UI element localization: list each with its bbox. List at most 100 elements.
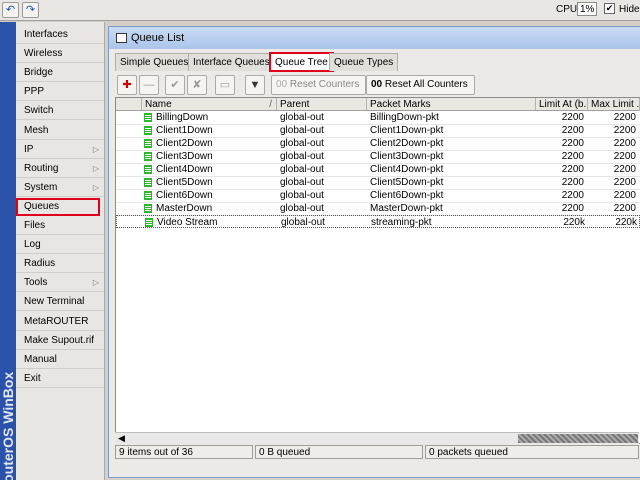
cell-max-limit: 220k bbox=[615, 217, 637, 228]
sidebar-item-label: Manual bbox=[24, 353, 57, 365]
sidebar-item-queues[interactable]: Queues bbox=[16, 197, 100, 216]
reset-all-icon: 00 bbox=[371, 79, 383, 90]
undo-button[interactable]: ↶ bbox=[2, 2, 19, 18]
sidebar-item-label: Tools bbox=[24, 277, 48, 289]
column-header-flags[interactable] bbox=[116, 98, 142, 111]
column-header-packet-marks[interactable]: Packet Marks bbox=[367, 98, 536, 111]
cell-packet-marks: Client3Down-pkt bbox=[370, 151, 444, 162]
remove-button[interactable]: — bbox=[139, 75, 159, 95]
sidebar-item-ppp[interactable]: PPP bbox=[16, 83, 104, 102]
hide-checkbox[interactable]: ✔ bbox=[604, 3, 615, 14]
sidebar-item-system[interactable]: System ▷ bbox=[16, 179, 104, 197]
sidebar-item-label: PPP bbox=[24, 86, 45, 98]
column-header-limit-at[interactable]: Limit At (b... bbox=[536, 98, 588, 111]
sidebar-item-mesh[interactable]: Mesh bbox=[16, 122, 104, 140]
sidebar-item-metarouter[interactable]: MetaROUTER bbox=[16, 313, 104, 331]
column-header-parent[interactable]: Parent bbox=[277, 98, 367, 111]
cell-limit-at: 2200 bbox=[561, 177, 584, 188]
check-icon: ✔ bbox=[170, 79, 180, 91]
brand-logo-text: RouterOS WinBox bbox=[0, 371, 16, 480]
filter-icon: ▼ bbox=[249, 79, 261, 91]
cell-max-limit: 2200 bbox=[613, 112, 636, 123]
cell-packet-marks: Client1Down-pkt bbox=[370, 125, 444, 136]
sidebar-item-label: Routing bbox=[24, 162, 59, 174]
cell-parent: global-out bbox=[280, 138, 324, 149]
cell-max-limit: 2200 bbox=[613, 203, 636, 214]
reset-all-counters-label: Reset All Counters bbox=[384, 79, 468, 90]
table-row[interactable]: Client1Down global-out Client1Down-pkt 2200… bbox=[116, 124, 640, 138]
comment-button[interactable]: ▭ bbox=[215, 75, 235, 95]
cell-packet-marks: Client5Down-pkt bbox=[370, 177, 444, 188]
scrollbar-thumb[interactable] bbox=[518, 434, 638, 443]
enable-button[interactable]: ✔ bbox=[165, 75, 185, 95]
window-icon bbox=[116, 33, 127, 43]
status-bytes-queued: 0 B queued bbox=[255, 445, 423, 459]
cell-parent: global-out bbox=[280, 125, 324, 136]
brand-strip: RouterOS WinBox bbox=[0, 22, 16, 480]
horizontal-scrollbar[interactable]: ◀ bbox=[115, 432, 639, 444]
window-titlebar[interactable]: Queue List bbox=[109, 27, 640, 49]
sidebar-menu: Interfaces Wireless Bridge PPP Switch Mesh IP ▷… bbox=[16, 22, 105, 480]
cell-name: MasterDown bbox=[156, 203, 213, 214]
cell-max-limit: 2200 bbox=[613, 138, 636, 149]
sidebar-item-interfaces[interactable]: Interfaces bbox=[16, 26, 104, 44]
cell-limit-at: 220k bbox=[563, 217, 585, 228]
sidebar-item-ip[interactable]: IP ▷ bbox=[16, 141, 104, 159]
sidebar-item-label: Mesh bbox=[24, 124, 49, 136]
sidebar-item-log[interactable]: Log bbox=[16, 236, 104, 255]
table-row[interactable]: Client6Down global-out Client6Down-pkt 2200… bbox=[116, 189, 640, 203]
tab-interface-queues[interactable]: Interface Queues bbox=[188, 53, 275, 71]
table-row[interactable]: Client4Down global-out Client4Down-pkt 2200… bbox=[116, 163, 640, 177]
disable-button[interactable]: ✘ bbox=[187, 75, 207, 95]
column-header-name[interactable]: Name / bbox=[142, 98, 277, 111]
sidebar-item-switch[interactable]: Switch bbox=[16, 102, 104, 121]
scroll-left-icon[interactable]: ◀ bbox=[118, 433, 125, 444]
cell-parent: global-out bbox=[280, 112, 324, 123]
status-packets-queued: 0 packets queued bbox=[425, 445, 639, 459]
table-row[interactable]: Video Stream global-out streaming-pkt 220k 2… bbox=[116, 215, 640, 228]
filter-button[interactable]: ▼ bbox=[245, 75, 265, 95]
redo-button[interactable]: ↷ bbox=[22, 2, 39, 18]
sidebar-item-radius[interactable]: Radius bbox=[16, 255, 104, 274]
cell-limit-at: 2200 bbox=[561, 125, 584, 136]
sidebar-item-tools[interactable]: Tools ▷ bbox=[16, 274, 104, 293]
cross-icon: ✘ bbox=[192, 79, 202, 91]
cell-packet-marks: Client2Down-pkt bbox=[370, 138, 444, 149]
sidebar-item-label: System bbox=[24, 181, 58, 193]
sidebar-item-wireless[interactable]: Wireless bbox=[16, 45, 104, 64]
reset-counters-button[interactable]: 00 Reset Counters bbox=[271, 75, 367, 95]
queue-icon bbox=[144, 178, 152, 187]
sidebar-item-new-terminal[interactable]: New Terminal bbox=[16, 293, 104, 312]
sidebar-item-exit[interactable]: Exit bbox=[16, 370, 104, 388]
check-icon: ✔ bbox=[605, 3, 614, 13]
table-row[interactable]: Client2Down global-out Client2Down-pkt 2200… bbox=[116, 137, 640, 151]
table-row[interactable]: MasterDown global-out MasterDown-pkt 2200 22… bbox=[116, 202, 640, 216]
sidebar-item-manual[interactable]: Manual bbox=[16, 351, 104, 369]
table-row[interactable]: Client3Down global-out Client3Down-pkt 2200… bbox=[116, 150, 640, 164]
tab-queue-types[interactable]: Queue Types bbox=[329, 53, 399, 71]
table-row[interactable]: Client5Down global-out Client5Down-pkt 2200… bbox=[116, 176, 640, 190]
cell-parent: global-out bbox=[280, 151, 324, 162]
submenu-arrow-icon: ▷ bbox=[92, 144, 99, 154]
sidebar-item-routing[interactable]: Routing ▷ bbox=[16, 160, 104, 178]
sidebar-item-files[interactable]: Files bbox=[16, 217, 104, 235]
tab-queue-tree[interactable]: Queue Tree bbox=[269, 52, 334, 72]
plus-icon: ✚ bbox=[122, 79, 132, 91]
sidebar-item-label: Log bbox=[24, 239, 41, 251]
cell-max-limit: 2200 bbox=[613, 177, 636, 188]
sidebar-item-bridge[interactable]: Bridge bbox=[16, 64, 104, 83]
table-row[interactable]: BillingDown global-out BillingDown-pkt 2200… bbox=[116, 111, 640, 125]
tab-simple-queues[interactable]: Simple Queues bbox=[115, 53, 194, 71]
queue-icon bbox=[144, 113, 152, 122]
queue-icon bbox=[145, 218, 153, 227]
cell-parent: global-out bbox=[280, 164, 324, 175]
column-header-max-limit[interactable]: Max Limit ... bbox=[588, 98, 640, 111]
cell-limit-at: 2200 bbox=[561, 164, 584, 175]
cell-packet-marks: Client4Down-pkt bbox=[370, 164, 444, 175]
reset-all-counters-button[interactable]: 00 Reset All Counters bbox=[366, 75, 475, 95]
queue-list-window: Queue List Simple Queues Interface Queue… bbox=[108, 26, 640, 478]
sidebar-item-make-supout-rif[interactable]: Make Supout.rif bbox=[16, 332, 104, 350]
undo-icon: ↶ bbox=[5, 4, 16, 16]
add-button[interactable]: ✚ bbox=[117, 75, 137, 95]
submenu-arrow-icon: ▷ bbox=[92, 182, 99, 192]
